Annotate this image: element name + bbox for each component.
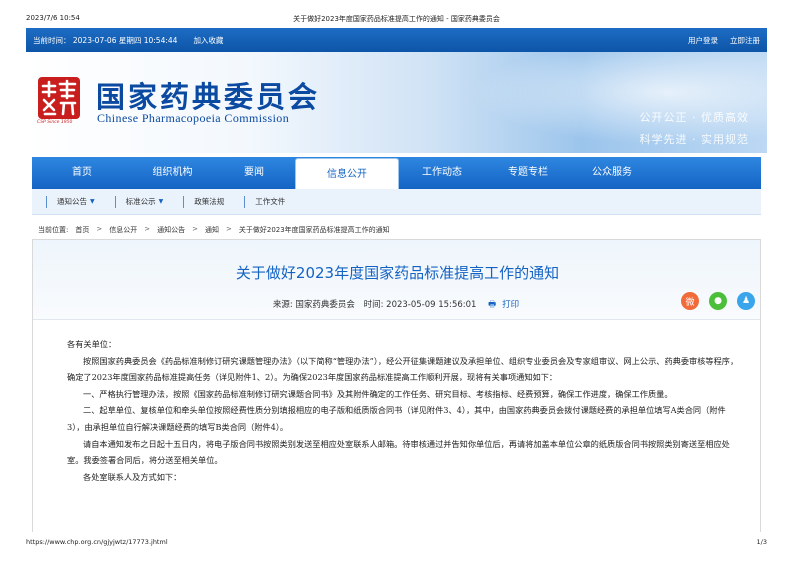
banner-slogan-1: 公开公正 · 优质高效 [639,111,749,124]
print-button[interactable]: 🖶 打印 [485,300,522,310]
site-name-cn: 国家药典委员会 [96,80,321,114]
main-nav: 首页 组织机构 要闻 信息公开 工作动态 专题专栏 公众服务 [32,157,761,189]
print-page-number: 1/3 [756,538,767,546]
article-title: 关于做好2023年度国家药品标准提高工作的通知 [235,264,560,282]
nav-item-special-topics[interactable]: 专题专栏 [485,157,571,189]
breadcrumb: 当前位置: 首页 > 信息公开 > 通知公告 > 通知 > 关于做好2023年度… [38,225,390,235]
subnav-label: 工作文件 [255,197,286,206]
breadcrumb-label: 当前位置: [38,226,69,234]
login-link[interactable]: 用户登录 [688,35,718,46]
print-url: https://www.chp.org.cn/gjyjwtz/17773.jht… [26,538,168,546]
article-paragraph: 各处室联系人及方式如下： [83,471,182,482]
print-header: 2023/7/6 10:54 关于做好2023年度国家药品标准提高工作的通知 -… [0,0,793,28]
chevron-down-icon: ▼ [90,198,95,205]
chevron-right-icon: > [192,225,198,233]
nav-item-organization[interactable]: 组织机构 [132,157,213,189]
chevron-right-icon: > [144,225,151,233]
print-page-title: 关于做好2023年度国家药品标准提高工作的通知 - 国家药典委员会 [293,15,500,23]
subnav-item-notices[interactable]: 通知公告 ▼ [57,196,95,207]
article-panel: 关于做好2023年度国家药品标准提高工作的通知 来源: 国家药典委员会 时间: … [32,239,761,532]
subnav-label: 政策法规 [194,197,225,206]
article-time: 时间: 2023-05-09 15:56:01 [363,300,477,310]
article-header: 关于做好2023年度国家药品标准提高工作的通知 来源: 国家药典委员会 时间: … [33,240,760,320]
subnav-label: 标准公示 [125,197,156,206]
current-time: 当前时间： 2023-07-06 星期四 10:54:44 [33,35,178,45]
article-meta: 来源: 国家药典委员会 时间: 2023-05-09 15:56:01 🖶 打印 [33,298,762,313]
subnav-divider [183,195,185,208]
nav-item-news[interactable]: 要闻 [213,157,295,189]
qq-share-icon[interactable]: ♟ [737,292,755,310]
article-paragraph: 各有关单位： [67,339,117,349]
chevron-right-icon: > [96,225,103,233]
top-bar: 当前时间： 2023-07-06 星期四 10:54:44 加入收藏 用户登录 … [26,28,767,52]
register-link[interactable]: 立即注册 [730,35,760,46]
article-paragraph: 一、严格执行管理办法，按照《国家药品标准制修订研究课题合同书》及其附件确定的工作… [83,388,673,399]
subnav-label: 通知公告 [57,197,87,206]
site-name-en: Chinese Pharmacopoeia Commission [97,111,290,125]
article-paragraph: 请自本通知发布之日起十五日内，将电子版合同书按照类别发送至相应处室联系人邮箱。待… [67,438,730,466]
subnav-item-standard-publicity[interactable]: 标准公示 ▼ [126,196,164,207]
chevron-down-icon: ▼ [158,198,164,205]
site-banner: CSP Since 1950 国家药典委员会 Chinese Pharmacop… [26,52,767,153]
wechat-share-icon[interactable]: ● [709,292,727,310]
breadcrumb-notice[interactable]: 通知 [205,225,219,235]
subnav-divider [46,195,47,208]
breadcrumb-notices[interactable]: 通知公告 [157,225,185,235]
nav-item-home[interactable]: 首页 [32,157,132,189]
subnav-divider [114,195,116,208]
breadcrumb-current[interactable]: 关于做好2023年度国家药品标准提高工作的通知 [239,225,390,235]
logo-since-text: CSP Since 1950 [37,120,73,125]
commission-logo-icon[interactable] [37,76,81,120]
sub-nav: 通知公告 ▼ 标准公示 ▼ 政策法规 工作文件 [32,189,761,215]
printer-icon: 🖶 [488,300,497,310]
article-paragraph: 二、起草单位、复核单位和牵头单位按照经费性质分别填报相应的电子版和纸质版合同书（… [67,405,726,432]
banner-slogan-2: 科学先进 · 实用规范 [639,133,749,146]
breadcrumb-home[interactable]: 首页 [75,225,89,235]
article-source: 来源: 国家药典委员会 [272,300,355,310]
article-paragraph: 按照国家药典委员会《药品标准制修订研究课题管理办法》（以下简称“管理办法”），经… [67,355,739,383]
breadcrumb-info-disclosure[interactable]: 信息公开 [109,225,137,235]
print-label: 打印 [502,300,520,310]
subnav-divider [244,195,246,208]
article-body: 各有关单位： 按照国家药典委员会《药品标准制修订研究课题管理办法》（以下简称“管… [33,320,760,485]
chevron-right-icon: > [225,225,232,233]
subnav-item-work-documents[interactable]: 工作文件 [255,196,285,207]
subnav-item-policies[interactable]: 政策法规 [194,196,224,207]
nav-item-work-updates[interactable]: 工作动态 [399,157,485,189]
weibo-share-icon[interactable]: 微 [681,292,699,310]
nav-item-info-disclosure[interactable]: 信息公开 [295,158,399,189]
add-favorite-link[interactable]: 加入收藏 [193,35,223,46]
nav-item-public-service[interactable]: 公众服务 [571,157,653,189]
